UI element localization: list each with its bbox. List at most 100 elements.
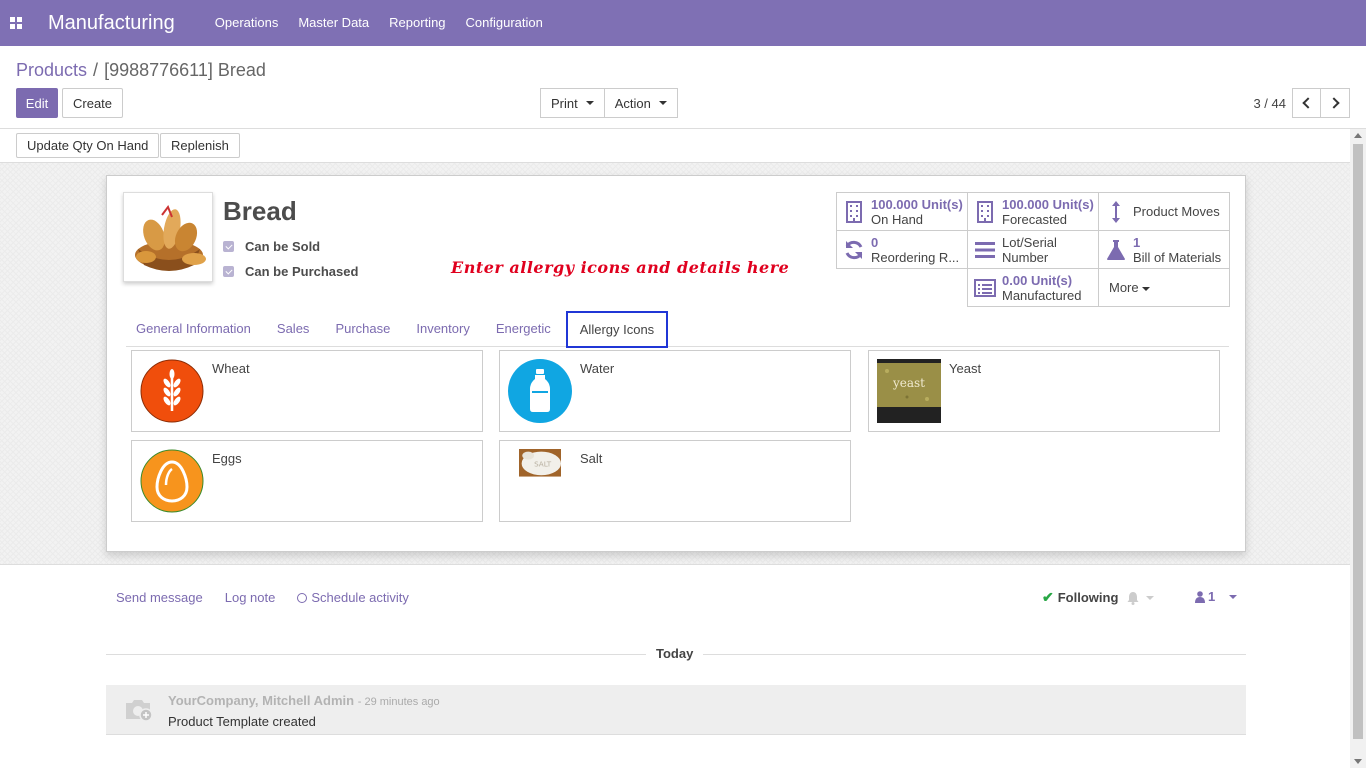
send-message-button[interactable]: Send message [116,590,203,605]
create-button[interactable]: Create [62,88,124,118]
lot-serial-button[interactable]: Lot/Serial Number [967,230,1099,269]
user-icon [1195,590,1205,603]
allergy-card-water[interactable]: Water [499,350,851,432]
caret-down-icon [1229,594,1238,599]
apps-menu-icon[interactable] [0,0,32,46]
scroll-up-icon[interactable] [1354,133,1362,138]
schedule-activity-label: Schedule activity [311,590,409,605]
more-label: More [1109,280,1139,295]
tab-energetic[interactable]: Energetic [486,312,561,346]
menu-master-data[interactable]: Master Data [288,0,379,46]
allergy-name: Yeast [949,361,982,376]
tab-inventory[interactable]: Inventory [406,312,479,346]
bell-icon[interactable] [1126,591,1140,605]
action-label: Action [614,95,651,111]
forecasted-unit: Unit(s) [1052,196,1094,212]
breadcrumb: Products / [9988776611] Bread [16,60,266,81]
menu-reporting[interactable]: Reporting [379,0,455,46]
check-icon: ✔ [1042,589,1054,605]
manufactured-button[interactable]: 0.00 Unit(s) Manufactured [967,268,1099,307]
svg-text:SALT: SALT [534,460,552,469]
app-title[interactable]: Manufacturing [48,12,175,35]
caret-down-icon[interactable] [1146,595,1155,600]
scroll-down-icon[interactable] [1354,759,1362,764]
chevron-left-icon [1302,97,1314,109]
flask-icon [1099,239,1133,261]
tab-general-information[interactable]: General Information [126,312,261,346]
edit-button[interactable]: Edit [16,88,58,118]
svg-text:yeast: yeast [892,376,925,390]
follow-button[interactable]: ✔ Following [1042,589,1155,606]
breadcrumb-products-link[interactable]: Products [16,60,87,80]
scrollbar-thumb[interactable] [1353,144,1363,739]
allergy-card-wheat[interactable]: Wheat [131,350,483,432]
log-note-button[interactable]: Log note [225,590,276,605]
tab-purchase[interactable]: Purchase [325,312,400,346]
caret-down-icon [658,101,667,105]
avatar [126,700,153,722]
today-label: Today [646,646,704,661]
pager-previous-button[interactable] [1292,88,1321,118]
allergy-name: Salt [580,451,603,466]
reordering-rules-button[interactable]: 0 Reordering R... [836,230,968,269]
tab-sales[interactable]: Sales [267,312,320,346]
update-qty-on-hand-button[interactable]: Update Qty On Hand [16,133,160,158]
allergy-name: Wheat [212,361,250,376]
reordering-label: Reordering R... [871,249,960,265]
bom-value: 1 [1133,234,1141,250]
allergy-name: Eggs [212,451,242,466]
reordering-value: 0 [871,234,879,250]
manufactured-unit: Unit(s) [1030,272,1073,288]
lot-serial-label-1: Lot/Serial [1002,234,1057,250]
refresh-icon [837,239,871,261]
action-dropdown[interactable]: Action [604,88,678,118]
on-hand-button[interactable]: 100.000 Unit(s) On Hand [836,192,968,231]
can-be-purchased-row: Can be Purchased [223,264,358,279]
following-label: Following [1057,590,1119,605]
print-action-group: Print Action [540,88,678,118]
more-dropdown[interactable]: More [1098,268,1230,307]
allergy-card-salt[interactable]: SALT Salt [499,440,851,522]
forecasted-label: Forecasted [1002,211,1068,227]
can-be-sold-label: Can be Sold [245,239,321,254]
followers-dropdown[interactable]: 1 [1195,589,1238,604]
schedule-activity-button[interactable]: Schedule activity [297,590,431,605]
can-be-sold-checkbox[interactable] [223,241,234,252]
menu-configuration[interactable]: Configuration [456,0,553,46]
bill-of-materials-button[interactable]: 1 Bill of Materials [1098,230,1230,269]
egg-icon [140,449,204,513]
pager-value[interactable]: 3 / 44 [1253,96,1286,111]
caret-down-icon [585,101,594,105]
message-body: Product Template created [168,714,316,729]
product-moves-button[interactable]: Product Moves [1098,192,1230,231]
tab-allergy-icons[interactable]: Allergy Icons [565,311,669,348]
salt-image: SALT [519,449,561,477]
allergy-card-yeast[interactable]: yeast Yeast [868,350,1220,432]
can-be-purchased-checkbox[interactable] [223,266,234,277]
pager-next-button[interactable] [1321,88,1350,118]
control-panel: Products / [9988776611] Bread Edit Create … [0,46,1366,129]
can-be-purchased-label: Can be Purchased [245,264,359,279]
caret-down-icon [1141,286,1150,291]
product-image[interactable] [123,192,213,282]
water-bottle-icon [508,359,572,423]
chatter-message: YourCompany, Mitchell Admin - 29 minutes… [106,685,1246,735]
bars-icon [968,241,1002,258]
yeast-image: yeast [877,359,941,423]
print-dropdown[interactable]: Print [540,88,605,118]
followers-count: 1 [1208,589,1216,604]
list-alt-icon [968,278,1002,297]
vertical-scrollbar[interactable] [1350,129,1366,768]
smart-buttons: 100.000 Unit(s) On Hand 100.000 Unit(s) Fo… [836,192,1230,310]
clock-icon [297,593,308,603]
message-author-row: YourCompany, Mitchell Admin - 29 minutes… [168,693,440,708]
allergy-card-eggs[interactable]: Eggs [131,440,483,522]
on-hand-label: On Hand [871,211,924,227]
menu-operations[interactable]: Operations [205,0,289,46]
message-author[interactable]: YourCompany, Mitchell Admin [168,693,354,708]
product-name[interactable]: Bread [223,196,297,227]
forecasted-button[interactable]: 100.000 Unit(s) Forecasted [967,192,1099,231]
replenish-button[interactable]: Replenish [160,133,240,158]
manufactured-label: Manufactured [1002,287,1082,303]
product-moves-label: Product Moves [1133,204,1220,219]
